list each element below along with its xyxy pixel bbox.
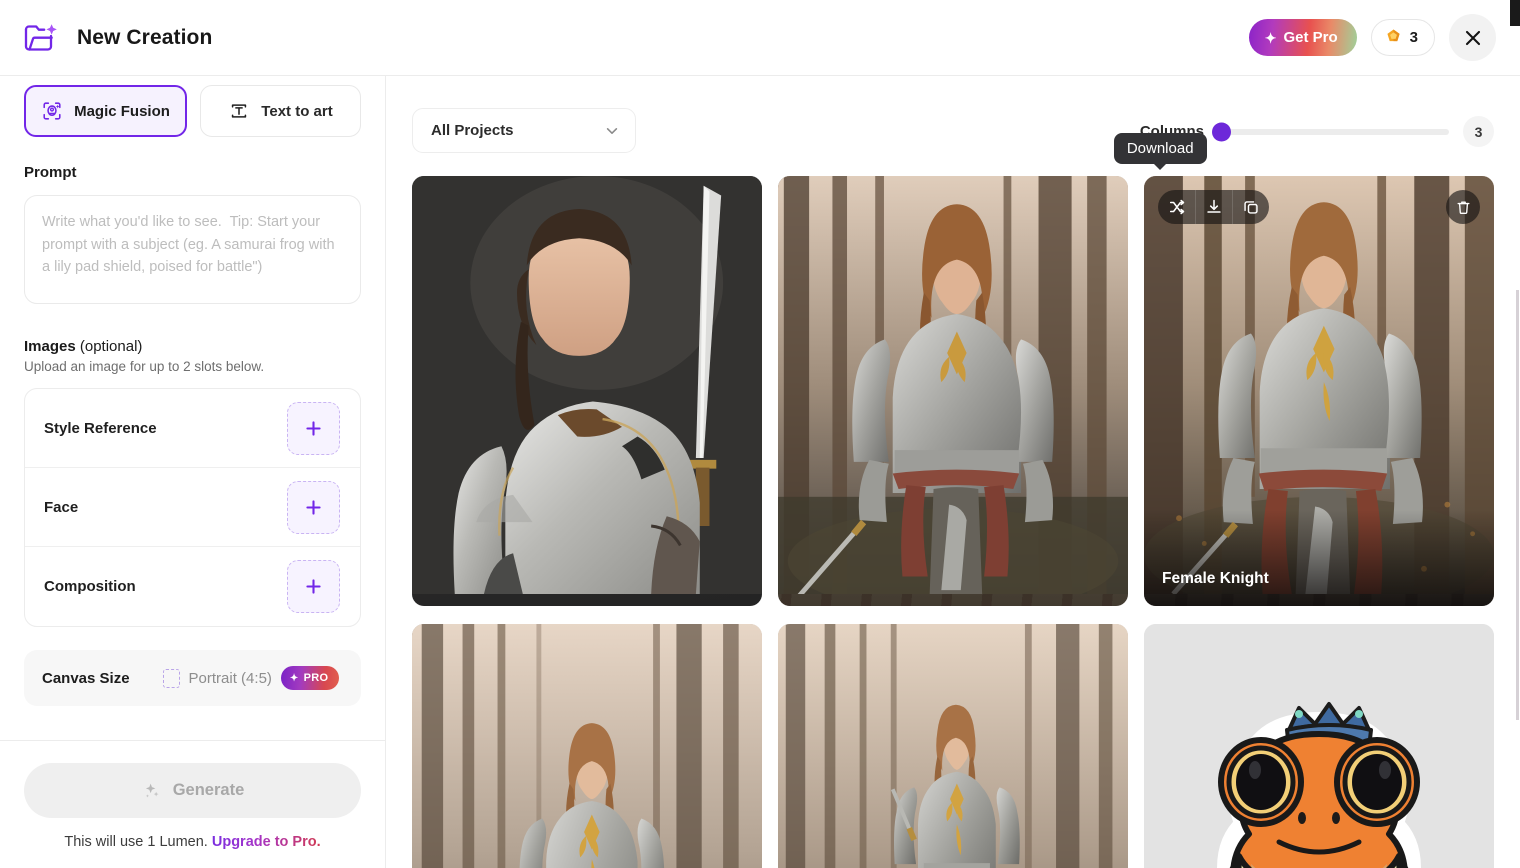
lumen-note: This will use 1 Lumen. Upgrade to Pro. — [24, 834, 361, 850]
columns-value: 3 — [1463, 116, 1494, 147]
canvas-size-value: Portrait (4:5) — [188, 669, 272, 687]
credits-count: 3 — [1409, 29, 1418, 46]
download-button[interactable] — [1195, 190, 1232, 224]
gallery-card[interactable] — [778, 176, 1128, 606]
gallery-card[interactable]: Female Knight — [1144, 176, 1494, 606]
tab-text-to-art[interactable]: Text to art — [200, 85, 361, 137]
prompt-input[interactable] — [24, 195, 361, 304]
aspect-ratio-icon — [162, 668, 180, 688]
mode-tabs: Magic Fusion Text to art — [24, 85, 361, 137]
trash-icon — [1457, 201, 1469, 214]
remix-button[interactable] — [1158, 190, 1195, 224]
chevron-down-icon — [606, 127, 618, 134]
card-artwork — [412, 176, 762, 606]
pro-badge-label: PRO — [303, 672, 329, 684]
top-bar: New Creation ✦ Get Pro 3 — [0, 0, 1520, 76]
get-pro-button[interactable]: ✦ Get Pro — [1248, 19, 1357, 56]
card-caption-text: Female Knight — [1162, 570, 1269, 587]
top-bar-actions: ✦ Get Pro 3 — [1248, 14, 1496, 61]
gallery-toolbar: All Projects Columns 3 Download — [386, 76, 1520, 176]
card-hover-toolbar — [1158, 190, 1480, 224]
card-artwork — [778, 624, 1128, 868]
upgrade-to-pro-link[interactable]: Upgrade to Pro. — [212, 834, 321, 850]
slot-face[interactable]: Face — [25, 468, 360, 547]
images-section-title: Images (optional) — [24, 338, 361, 355]
sparkle-icon: ✦ — [289, 672, 299, 684]
project-filter-select[interactable]: All Projects — [412, 108, 636, 153]
main-panel: All Projects Columns 3 Download Female K… — [386, 76, 1520, 868]
slot-style-reference[interactable]: Style Reference — [25, 389, 360, 468]
close-icon — [1465, 30, 1480, 45]
pro-badge: ✦ PRO — [280, 666, 340, 690]
copy-icon — [1244, 201, 1258, 214]
sidebar-content: Magic Fusion Text to art Prompt Images (… — [0, 76, 385, 740]
frog-sticker-illustration — [1169, 686, 1469, 868]
magic-fusion-icon — [43, 102, 61, 120]
tab-magic-fusion[interactable]: Magic Fusion — [24, 85, 187, 137]
app-root: New Creation ✦ Get Pro 3 Magic Fusion Te… — [0, 0, 1520, 868]
slot-composition-add-button[interactable] — [287, 560, 340, 613]
card-caption: Female Knight — [1144, 510, 1494, 606]
credits-badge[interactable]: 3 — [1370, 19, 1435, 56]
folder-sparkle-icon — [22, 20, 60, 56]
plus-icon — [306, 499, 321, 515]
gallery-card[interactable] — [778, 624, 1128, 868]
image-grid: Female Knight — [386, 176, 1520, 868]
slot-style-reference-add-button[interactable] — [287, 401, 340, 455]
download-icon — [1207, 199, 1221, 213]
plus-icon — [306, 579, 321, 594]
page-scrollbar-thumb[interactable] — [1510, 0, 1520, 26]
slot-face-add-button[interactable] — [287, 480, 340, 534]
card-tool-group — [1158, 190, 1269, 224]
canvas-size-value-group: Portrait (4:5) ✦ PRO — [162, 666, 340, 690]
gallery-card[interactable] — [1144, 624, 1494, 868]
get-pro-label: Get Pro — [1283, 29, 1338, 46]
card-artwork — [1144, 624, 1494, 868]
duplicate-button[interactable] — [1232, 190, 1269, 224]
columns-slider[interactable] — [1212, 122, 1449, 141]
slot-composition[interactable]: Composition — [25, 547, 360, 626]
gallery-card[interactable] — [412, 176, 762, 606]
page-scrollbar-rail[interactable] — [1516, 290, 1519, 720]
images-subtitle: Upload an image for up to 2 slots below. — [24, 359, 265, 374]
generate-button[interactable]: Generate — [24, 763, 361, 818]
canvas-size-label: Canvas Size — [42, 669, 130, 687]
gallery-card[interactable] — [412, 624, 762, 868]
images-title-bold: Images — [24, 338, 76, 355]
page-title: New Creation — [77, 25, 213, 49]
close-button[interactable] — [1449, 14, 1496, 61]
sparkles-icon — [145, 783, 159, 798]
sidebar-footer: Generate This will use 1 Lumen. Upgrade … — [0, 740, 385, 868]
image-slots: Style Reference Face Composition — [24, 388, 361, 627]
images-title-rest: (optional) — [75, 338, 143, 355]
gem-icon — [1384, 28, 1403, 47]
tab-text-to-art-label: Text to art — [261, 102, 333, 120]
card-artwork — [778, 176, 1128, 606]
slot-style-reference-label: Style Reference — [44, 419, 157, 437]
slot-face-label: Face — [44, 498, 79, 516]
slot-composition-label: Composition — [44, 578, 136, 595]
generate-label: Generate — [172, 781, 245, 799]
download-tooltip: Download — [1113, 133, 1207, 164]
delete-button[interactable] — [1446, 190, 1480, 224]
tab-magic-fusion-label: Magic Fusion — [74, 102, 170, 120]
columns-slider-thumb[interactable] — [1212, 122, 1231, 141]
plus-icon — [306, 420, 321, 436]
brand: New Creation — [22, 20, 212, 56]
text-to-art-icon — [232, 104, 247, 118]
lumen-text: This will use 1 Lumen. — [64, 834, 212, 850]
canvas-size-row[interactable]: Canvas Size Portrait (4:5) ✦ PRO — [24, 650, 361, 706]
left-sidebar: Magic Fusion Text to art Prompt Images (… — [0, 76, 386, 868]
prompt-label: Prompt — [24, 164, 77, 181]
sparkle-icon: ✦ — [1264, 29, 1277, 46]
shuffle-icon — [1169, 199, 1184, 215]
columns-control: Columns 3 Download — [1113, 108, 1494, 164]
project-filter-value: All Projects — [431, 122, 514, 139]
card-artwork — [412, 624, 762, 868]
